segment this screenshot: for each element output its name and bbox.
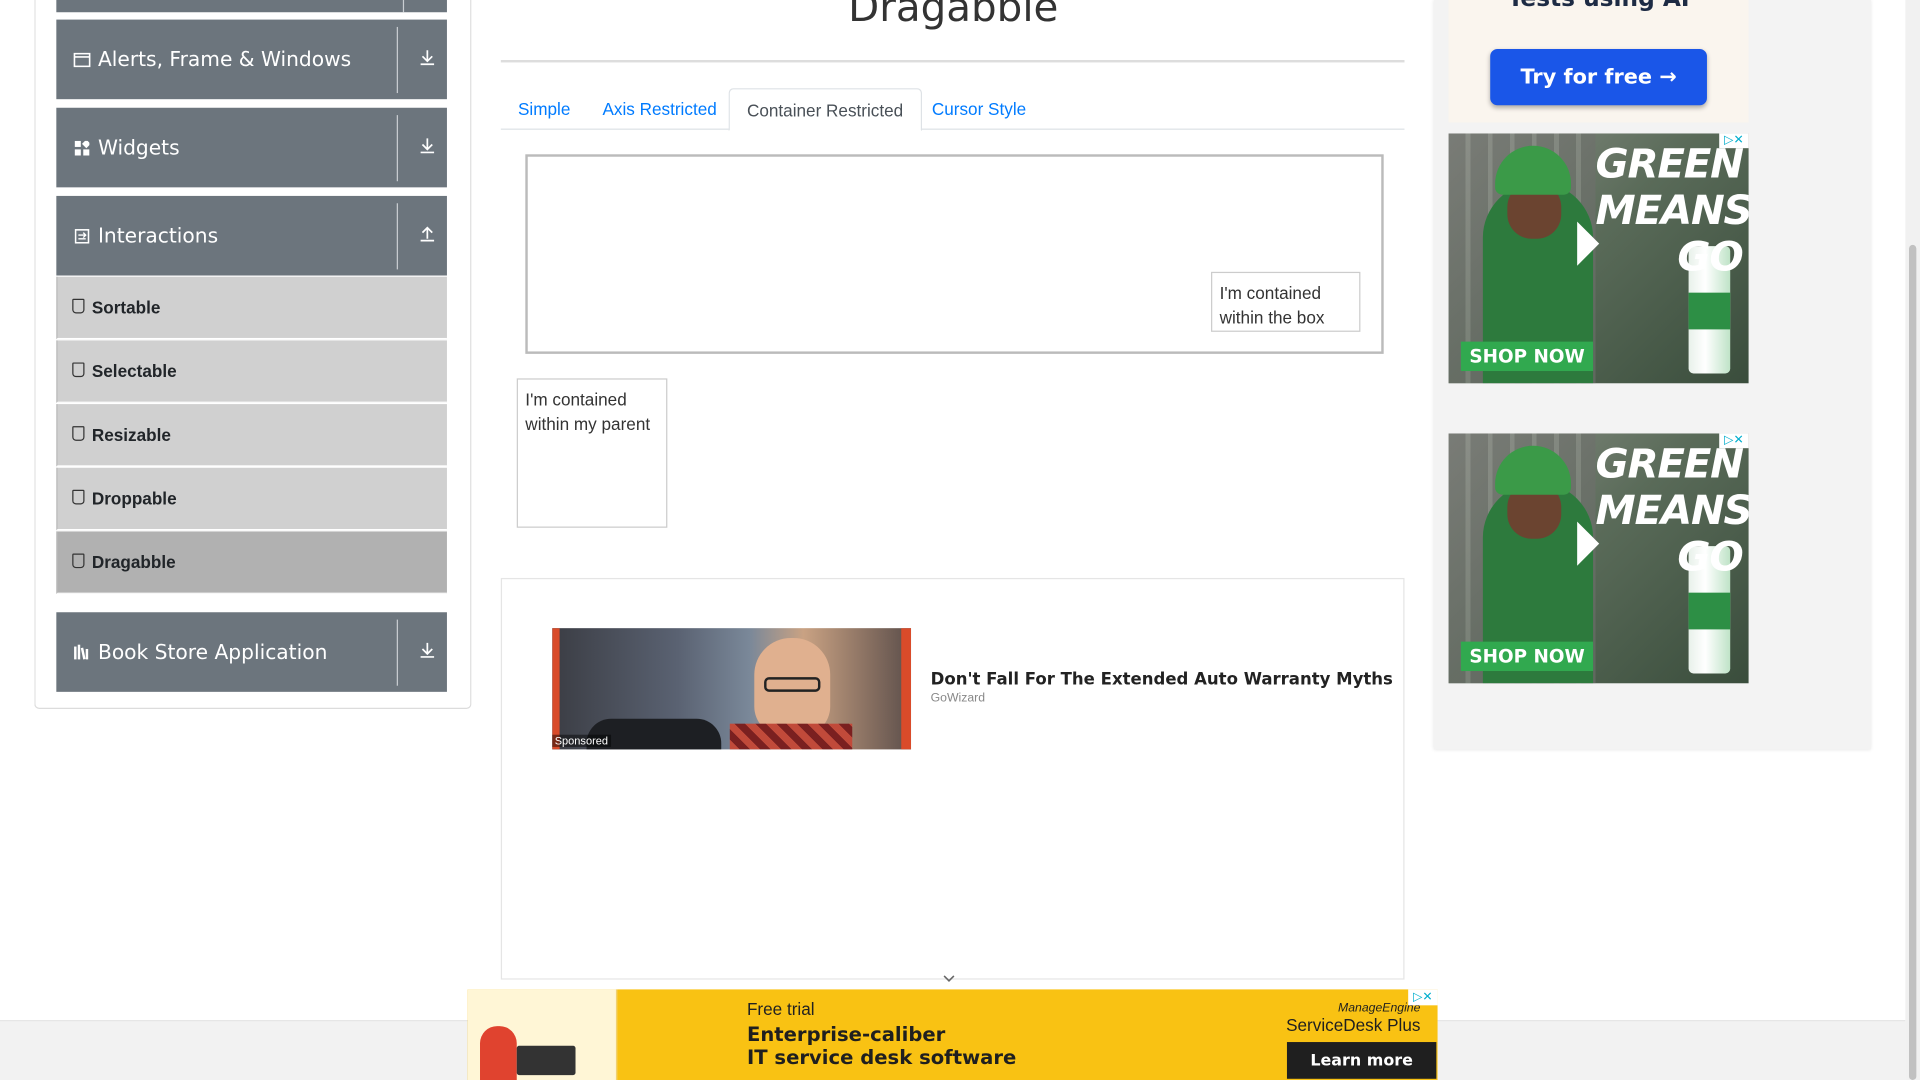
ad-product-band xyxy=(1688,592,1731,630)
sidebar-item-selectable[interactable]: Selectable xyxy=(56,340,447,403)
sidebar-group-bookstore[interactable]: Book Store Application xyxy=(56,612,447,692)
ad-slogan-line: MEANS xyxy=(1595,186,1749,234)
ad-slogan-line: GO xyxy=(1677,532,1743,581)
chevron-down-icon[interactable] xyxy=(942,971,957,986)
html5-icon xyxy=(72,553,85,569)
sidebar-group-label: Widgets xyxy=(97,135,180,160)
html5-icon xyxy=(72,489,85,505)
ad-slogan: GREEN MEANS GO xyxy=(1595,140,1749,281)
group-separator xyxy=(396,202,398,269)
adchoices-icon[interactable]: ▷✕ xyxy=(1719,133,1749,149)
tab-simple[interactable]: Simple xyxy=(501,88,588,130)
ad-slogan-line: GO xyxy=(1677,232,1743,281)
sidebar-item-label: Resizable xyxy=(91,424,171,445)
ad-image-shirt xyxy=(729,723,853,750)
group-separator xyxy=(396,114,398,181)
ad-image-glasses xyxy=(764,677,821,692)
sidebar-item-label: Sortable xyxy=(91,297,161,318)
ad-illustration-person xyxy=(480,1026,517,1080)
ad-source: GoWizard xyxy=(930,691,986,706)
group-separator xyxy=(402,0,405,13)
group-separator xyxy=(396,26,398,93)
tab-bar: Simple Axis Restricted Container Restric… xyxy=(500,88,1405,132)
ad-brand-name: ServiceDesk Plus xyxy=(1286,1015,1421,1035)
widgets-icon xyxy=(66,140,98,155)
ad-image[interactable] xyxy=(552,628,912,750)
sidebar-item-label: Droppable xyxy=(91,488,177,509)
sidebar-group-label: Interactions xyxy=(97,224,219,248)
sidebar-group-alerts[interactable]: Alerts, Frame & Windows xyxy=(56,19,447,100)
sidebar-group-label: Book Store Application xyxy=(97,640,328,664)
download-arrow-icon[interactable] xyxy=(413,137,442,159)
sidebar-item-label: Dragabble xyxy=(91,552,176,572)
sidebar-item-sortable[interactable]: Sortable xyxy=(56,276,447,340)
ad-slogan: GREEN MEANS GO xyxy=(1595,440,1749,581)
ad-tagline: Enterprise-caliber IT service desk softw… xyxy=(747,1022,1016,1069)
html5-icon xyxy=(72,362,85,378)
ad-brand: ManageEngine ServiceDesk Plus xyxy=(1286,1002,1420,1035)
ad-tagline-line1: Enterprise-caliber xyxy=(746,1022,946,1046)
ad-image-lift-left xyxy=(552,628,560,750)
ad-slogan-line: MEANS xyxy=(1595,486,1749,534)
sidebar-item-label: Selectable xyxy=(91,361,177,381)
sidebar-item-droppable[interactable]: Droppable xyxy=(56,467,447,531)
ad-free-trial: Free trial xyxy=(746,999,815,1019)
page-root: Alerts, Frame & Windows Widgets Interact… xyxy=(0,0,1920,1080)
learn-more-button[interactable]: Learn more xyxy=(1286,1042,1437,1079)
html5-icon xyxy=(72,298,85,314)
ad-tagline-line2: IT service desk software xyxy=(746,1045,1017,1069)
ad-brand-top: ManageEngine xyxy=(1338,1001,1421,1016)
ad-illustration-laptop xyxy=(516,1045,576,1076)
draggable-contained-in-parent[interactable]: I'm contained within my parent xyxy=(516,378,668,528)
servicedesk-banner-ad[interactable]: Free trial Enterprise-caliber IT service… xyxy=(467,989,1438,1080)
sidebar-group-collapsed-stub[interactable] xyxy=(56,0,447,13)
adchoices-icon[interactable]: ▷✕ xyxy=(1719,433,1749,449)
ad-product-band xyxy=(1688,292,1731,330)
ad-image-lift-right xyxy=(901,628,912,750)
scrollbar-thumb[interactable] xyxy=(1908,244,1917,1080)
title-divider xyxy=(500,60,1405,63)
window-icon xyxy=(66,52,98,67)
interactions-icon xyxy=(66,228,98,244)
upload-arrow-icon[interactable] xyxy=(413,225,442,247)
draggable-contained-in-box[interactable]: I'm contained within the box xyxy=(1211,271,1361,332)
shop-now-button[interactable]: SHOP NOW xyxy=(1460,341,1594,372)
sidebar-item-resizable[interactable]: Resizable xyxy=(56,404,447,467)
tab-cursor-style[interactable]: Cursor Style xyxy=(915,88,1044,130)
download-arrow-icon[interactable] xyxy=(413,48,442,70)
green-means-go-ad-2[interactable]: GREEN MEANS GO SHOP NOW ▷✕ xyxy=(1448,433,1749,684)
tab-container-restricted[interactable]: Container Restricted xyxy=(728,88,922,132)
try-for-free-button[interactable]: Try for free → xyxy=(1490,48,1707,106)
html5-icon xyxy=(72,426,85,441)
tab-axis-restricted[interactable]: Axis Restricted xyxy=(585,88,734,130)
ad-illustration xyxy=(467,989,618,1080)
sidebar-group-interactions[interactable]: Interactions xyxy=(56,195,447,276)
ai-ad-text: Tests using AI xyxy=(1449,0,1749,12)
bookstore-icon xyxy=(66,644,98,660)
group-separator xyxy=(396,618,398,686)
adchoices-icon[interactable]: ▷✕ xyxy=(1408,989,1438,1006)
shop-now-button[interactable]: SHOP NOW xyxy=(1460,641,1594,672)
sidebar-group-label: Alerts, Frame & Windows xyxy=(97,47,352,72)
sidebar-group-widgets[interactable]: Widgets xyxy=(56,107,447,188)
sponsored-label: Sponsored xyxy=(552,734,611,747)
download-arrow-icon[interactable] xyxy=(413,641,442,663)
green-means-go-ad-1[interactable]: GREEN MEANS GO SHOP NOW ▷✕ xyxy=(1448,133,1749,384)
ad-headline-link[interactable]: Don't Fall For The Extended Auto Warrant… xyxy=(931,670,1393,690)
sidebar-item-dragabble[interactable]: Dragabble xyxy=(56,531,447,594)
page-title: Dragabble xyxy=(848,0,1059,31)
